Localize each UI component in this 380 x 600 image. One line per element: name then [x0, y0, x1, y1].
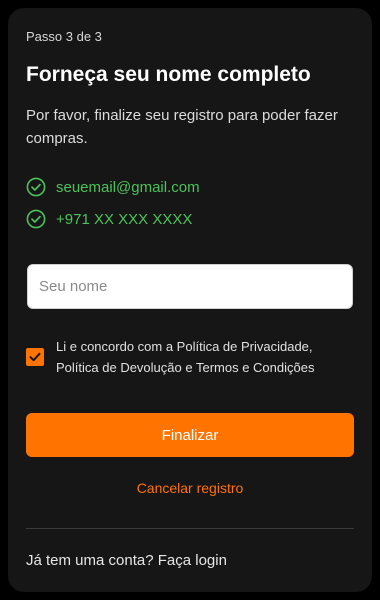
- verified-phone: +971 XX XXX XXXX: [56, 210, 193, 228]
- cancel-registration-link[interactable]: Cancelar registro: [26, 480, 354, 496]
- verified-phone-row: +971 XX XXX XXXX: [26, 207, 192, 231]
- page-subtitle: Por favor, finalize seu registro para po…: [26, 107, 338, 147]
- name-input[interactable]: [27, 264, 353, 309]
- step-indicator: Passo 3 de 3: [26, 29, 102, 44]
- login-link[interactable]: Já tem uma conta? Faça login: [26, 552, 227, 569]
- verified-email-row: seuemail@gmail.com: [26, 175, 200, 199]
- registration-card: Passo 3 de 3 Forneça seu nome completo P…: [8, 8, 372, 592]
- check-circle-icon: [26, 209, 46, 229]
- finalize-button[interactable]: Finalizar: [26, 413, 354, 457]
- terms-label: Li e concordo com a Política de Privacid…: [56, 339, 315, 375]
- page-title: Forneça seu nome completo: [26, 63, 311, 86]
- check-circle-icon: [26, 177, 46, 197]
- divider: [26, 528, 354, 529]
- checkmark-icon: [29, 352, 41, 362]
- terms-checkbox[interactable]: [26, 348, 44, 366]
- verified-email: seuemail@gmail.com: [56, 178, 200, 196]
- terms-row: Li e concordo com a Política de Privacid…: [26, 336, 356, 378]
